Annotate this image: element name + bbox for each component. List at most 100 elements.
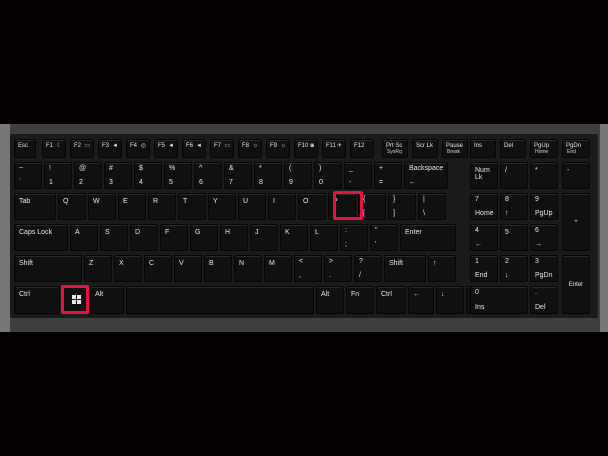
key-u[interactable]: U <box>238 193 266 220</box>
key-label: I <box>273 198 275 205</box>
space-key[interactable] <box>126 286 314 314</box>
key-7[interactable]: & 7 <box>224 162 252 189</box>
key-alt-right[interactable]: Alt <box>316 286 344 314</box>
key-4[interactable]: $4 <box>134 162 162 189</box>
key-w[interactable]: W <box>88 193 116 220</box>
key-0[interactable]: ) 0 <box>314 162 342 189</box>
key-esc[interactable]: Esc <box>14 139 36 158</box>
numpad-key[interactable]: - <box>562 162 590 189</box>
key-key[interactable]: }] <box>388 193 416 220</box>
key-3[interactable]: #3 <box>104 162 132 189</box>
numpad-5[interactable]: 5 <box>500 224 528 251</box>
key-pgdn[interactable]: PgDn End <box>562 139 590 158</box>
key-f3[interactable]: F3 ◄ <box>98 139 122 158</box>
key-d[interactable]: D <box>130 224 158 251</box>
key-key[interactable]: " ' <box>370 224 398 251</box>
numpad-4[interactable]: 4 ← <box>470 224 498 251</box>
numpad-key[interactable]: + <box>562 193 590 251</box>
key-9[interactable]: (9 <box>284 162 312 189</box>
numpad-enter[interactable]: Enter <box>562 255 590 314</box>
key-b[interactable]: B <box>204 255 232 282</box>
key-r[interactable]: R <box>148 193 176 220</box>
key-n[interactable]: N <box>234 255 262 282</box>
numpad-dot[interactable]: . Del <box>530 286 558 314</box>
key-backspace[interactable]: Backspace ← <box>404 162 448 189</box>
key-f7[interactable]: F7 ▭ <box>210 139 234 158</box>
key-key[interactable]: <, <box>294 255 322 282</box>
key-label: L <box>315 229 319 236</box>
key-e[interactable]: E <box>118 193 146 220</box>
key-f9[interactable]: F9 ☼ <box>266 139 290 158</box>
key-ctrl[interactable]: Ctrl <box>14 286 60 314</box>
key-scr-lk[interactable]: Scr Lk <box>412 139 438 158</box>
key-key[interactable]: ↓ <box>436 286 464 314</box>
key-caps-lock[interactable]: Caps Lock <box>14 224 68 251</box>
key-o[interactable]: O <box>298 193 326 220</box>
key-key[interactable]: ← <box>408 286 434 314</box>
key-key[interactable]: + = <box>374 162 402 189</box>
key-shift[interactable]: Shift <box>14 255 82 282</box>
numpad-8[interactable]: 8 ↑ <box>500 193 528 220</box>
key-q[interactable]: Q <box>58 193 86 220</box>
key-s[interactable]: S <box>100 224 128 251</box>
key-2[interactable]: @2 <box>74 162 102 189</box>
key-f1[interactable]: F1 ☾ <box>42 139 66 158</box>
key-fn[interactable]: Fn <box>346 286 374 314</box>
key-y[interactable]: Y <box>208 193 236 220</box>
key-f6[interactable]: F6 ◄ <box>182 139 206 158</box>
key-t[interactable]: T <box>178 193 206 220</box>
key-key[interactable]: | \ <box>418 193 446 220</box>
numpad-key[interactable]: / <box>500 162 528 189</box>
key-a[interactable]: A <box>70 224 98 251</box>
key-1[interactable]: ! 1 <box>44 162 72 189</box>
key-key[interactable]: ~ ` <box>14 162 42 189</box>
key-8[interactable]: * 8 <box>254 162 282 189</box>
key-j[interactable]: J <box>250 224 278 251</box>
key-x[interactable]: X <box>114 255 142 282</box>
key-key[interactable]: _ - <box>344 162 372 189</box>
key-v[interactable]: V <box>174 255 202 282</box>
key-tab[interactable]: Tab <box>14 193 56 220</box>
key-5[interactable]: % 5 <box>164 162 192 189</box>
numpad-9[interactable]: 9 PgUp <box>530 193 558 220</box>
key-enter[interactable]: Enter <box>400 224 456 251</box>
key-pause[interactable]: Pause Break <box>442 139 468 158</box>
numpad-6[interactable]: 6 → <box>530 224 558 251</box>
numpad-num-lk[interactable]: Num Lk <box>470 162 498 189</box>
key-ins[interactable]: Ins <box>470 139 496 158</box>
key-m[interactable]: M <box>264 255 292 282</box>
key-key[interactable]: >. <box>324 255 352 282</box>
key-f2[interactable]: F2 ▭ <box>70 139 94 158</box>
key-alt[interactable]: Alt <box>90 286 124 314</box>
numpad-3[interactable]: 3 PgDn <box>530 255 558 282</box>
key-i[interactable]: I <box>268 193 296 220</box>
key-f10[interactable]: F10 ◙ <box>294 139 318 158</box>
key-pgup[interactable]: PgUp Home <box>530 139 558 158</box>
p-key-highlight <box>333 191 363 220</box>
key-shift-right[interactable]: Shift <box>384 255 426 282</box>
key-f4[interactable]: F4 ◎ <box>126 139 150 158</box>
key-z[interactable]: Z <box>84 255 112 282</box>
key-key[interactable]: ↑ <box>428 255 456 282</box>
numpad-2[interactable]: 2 ↓ <box>500 255 528 282</box>
key-ctrl-right[interactable]: Ctrl <box>376 286 406 314</box>
key-f8[interactable]: F8 ☼ <box>238 139 262 158</box>
key-k[interactable]: K <box>280 224 308 251</box>
key-f12[interactable]: F12 <box>350 139 374 158</box>
key-key[interactable]: :; <box>340 224 368 251</box>
numpad-0[interactable]: 0 Ins <box>470 286 528 314</box>
key-del[interactable]: Del <box>500 139 526 158</box>
numpad-1[interactable]: 1 End <box>470 255 498 282</box>
key-f5[interactable]: F5 ◄ <box>154 139 178 158</box>
numpad-7[interactable]: 7 Home <box>470 193 498 220</box>
numpad-key[interactable]: * <box>530 162 558 189</box>
key-h[interactable]: H <box>220 224 248 251</box>
key-c[interactable]: C <box>144 255 172 282</box>
key-l[interactable]: L <box>310 224 338 251</box>
key-f[interactable]: F <box>160 224 188 251</box>
key-key[interactable]: ? / <box>354 255 382 282</box>
key-f11[interactable]: F11 ✈ <box>322 139 346 158</box>
key-g[interactable]: G <box>190 224 218 251</box>
key-prt-sc[interactable]: Prt Sc SysRq <box>382 139 408 158</box>
key-6[interactable]: ^ 6 <box>194 162 222 189</box>
